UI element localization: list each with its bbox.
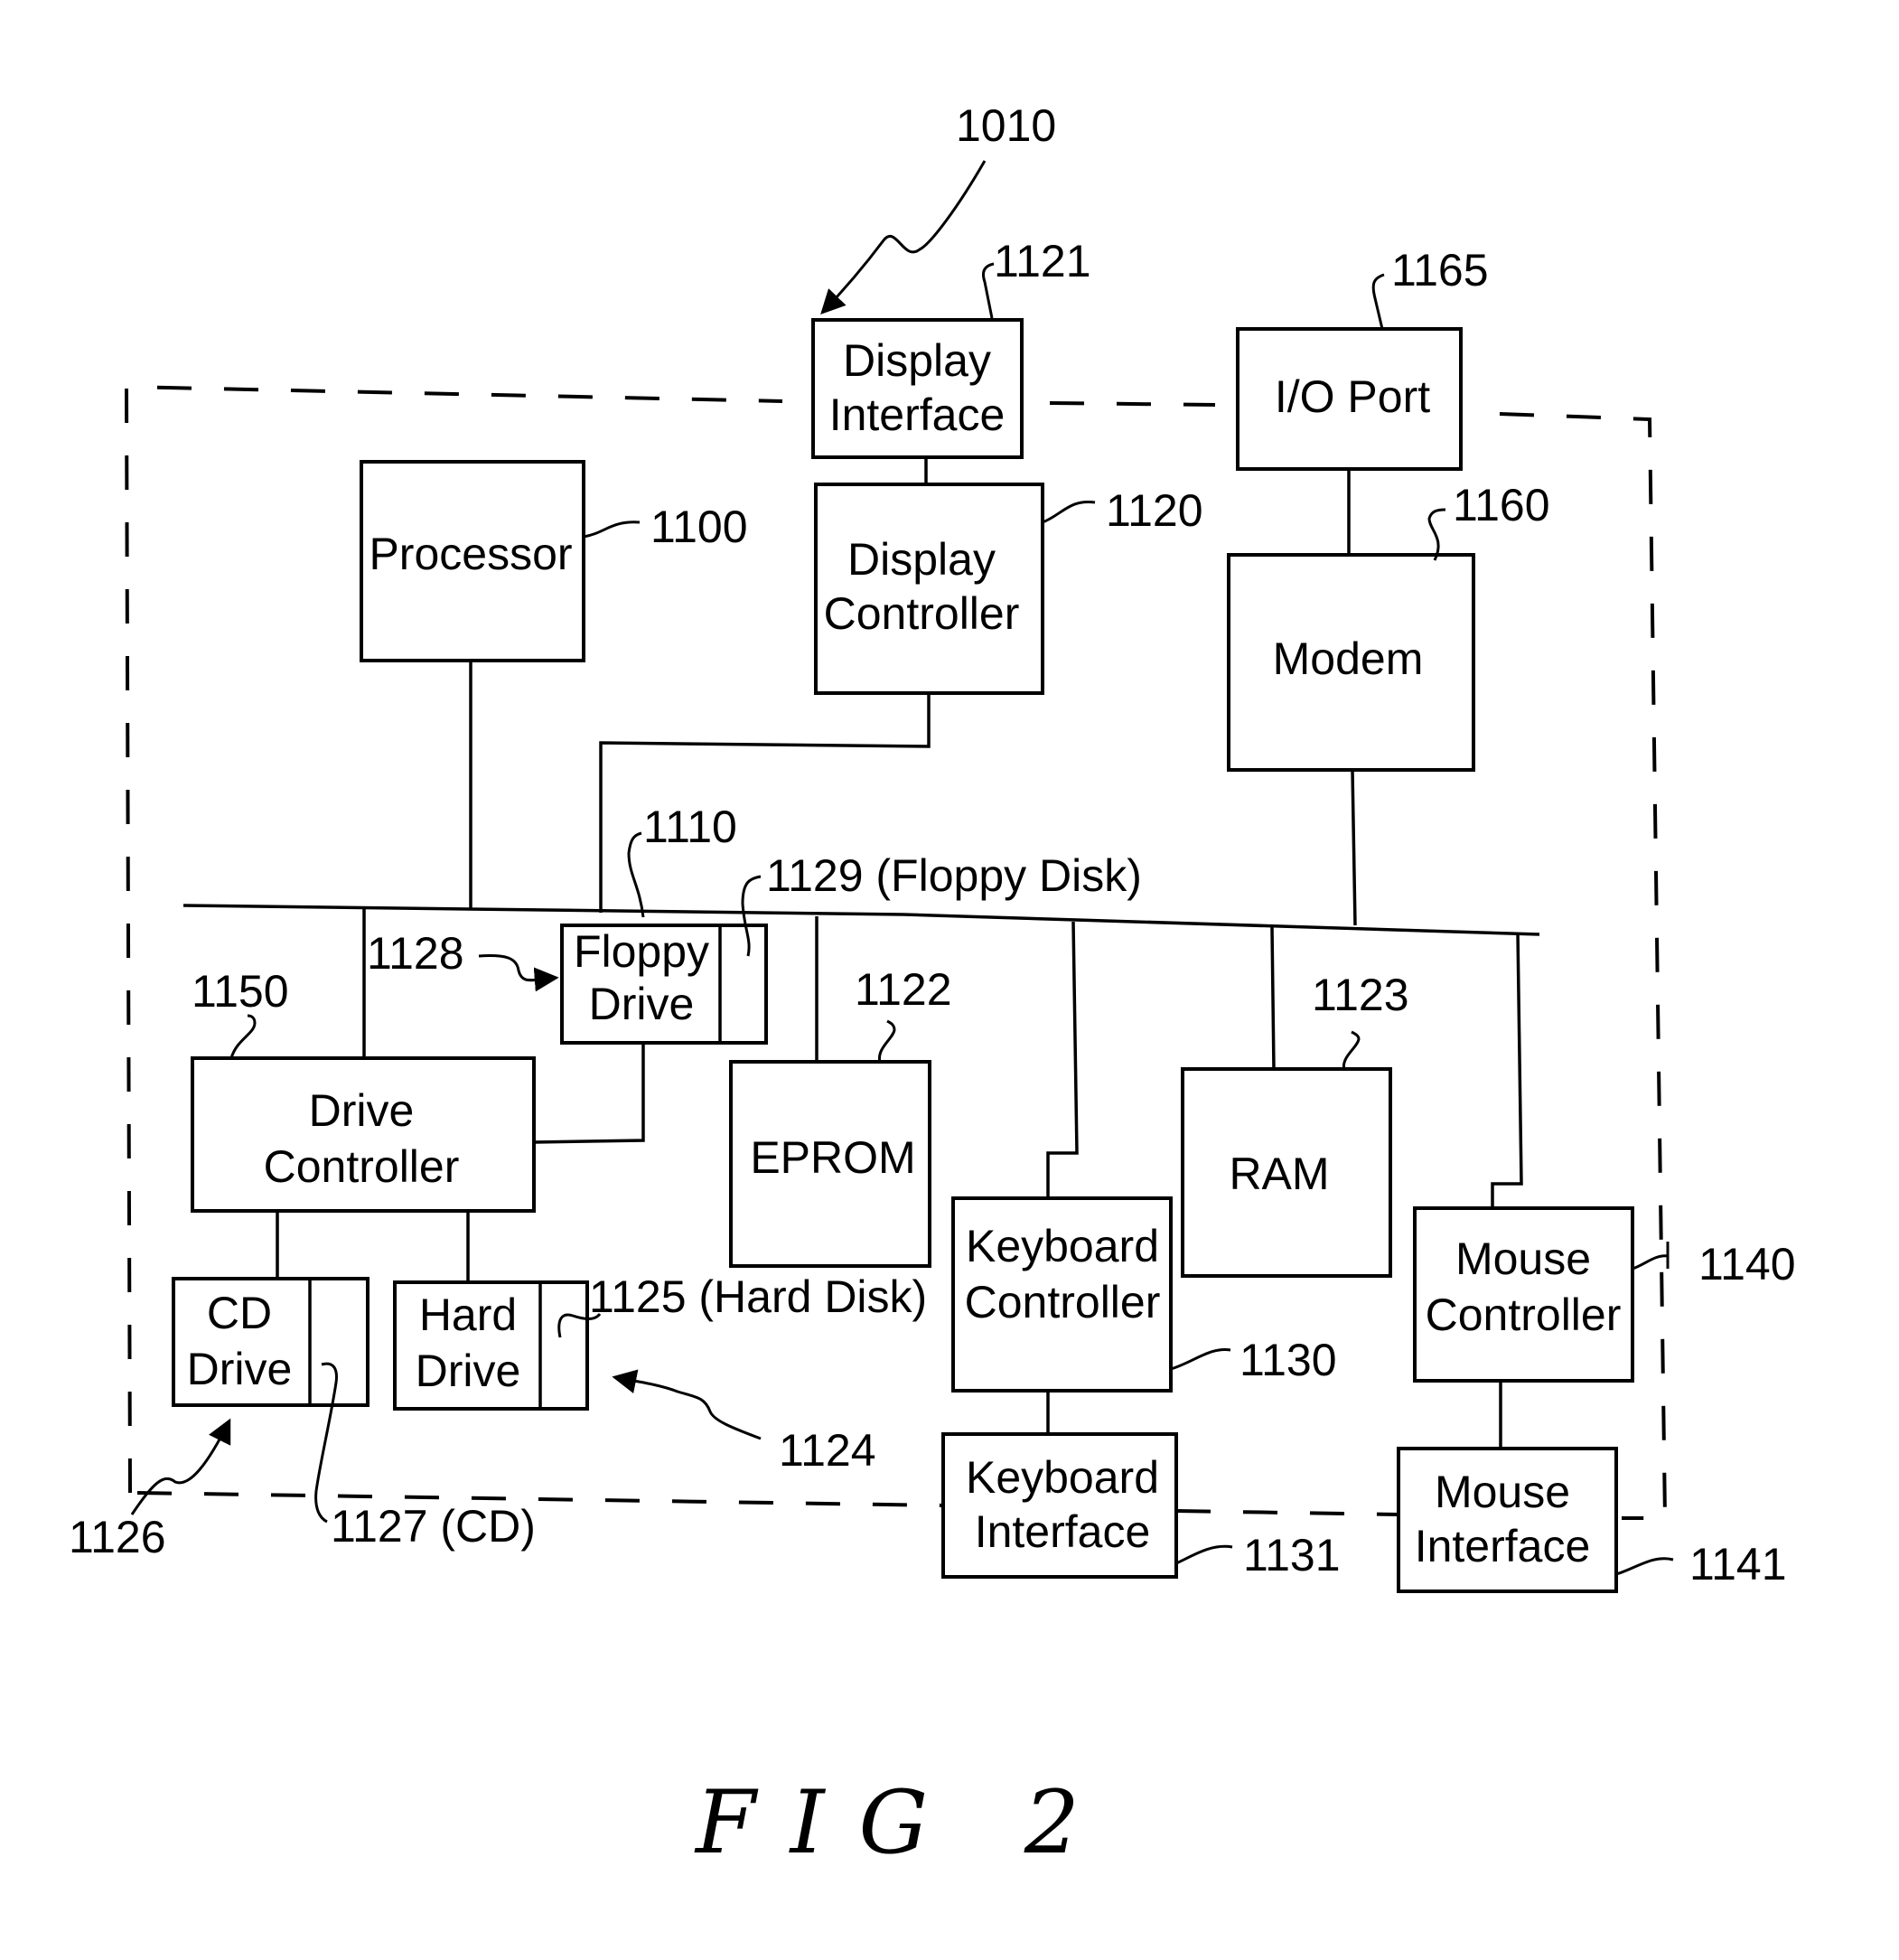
keyboard-controller-label-1: Keyboard	[966, 1221, 1159, 1271]
ref-1120: 1120	[1106, 485, 1203, 536]
display-interface-label-2: Interface	[829, 389, 1006, 440]
cd-drive-label-2: Drive	[187, 1344, 293, 1394]
display-controller-block: Display Controller	[814, 483, 1044, 695]
cd-drive-label-1: CD	[207, 1288, 272, 1338]
mouse-interface-label-1: Mouse	[1435, 1467, 1570, 1517]
modem-label: Modem	[1273, 633, 1424, 684]
ref-1128: 1128	[367, 928, 464, 979]
processor-label: Processor	[369, 529, 572, 579]
ref-1100: 1100	[650, 502, 748, 552]
mouse-controller-block: Mouse Controller	[1413, 1206, 1634, 1383]
ram-block: RAM	[1181, 1067, 1392, 1278]
wire-bus-ram	[1270, 926, 1276, 1071]
ref-1129: 1129 (Floppy Disk)	[766, 850, 1142, 901]
floppy-drive-block: Floppy Drive	[560, 924, 768, 1045]
ram-label: RAM	[1229, 1149, 1329, 1199]
display-interface-label-1: Display	[843, 335, 991, 386]
keyboard-controller-label-2: Controller	[965, 1277, 1161, 1327]
processor-block: Processor	[360, 460, 585, 662]
ref-1124: 1124	[779, 1425, 876, 1476]
display-controller-label-1: Display	[847, 534, 996, 585]
keyboard-interface-block: Keyboard Interface	[941, 1432, 1178, 1579]
ref-1122: 1122	[855, 964, 952, 1015]
hard-drive-block: Hard Drive	[393, 1280, 589, 1411]
eprom-label: EPROM	[750, 1132, 915, 1183]
mouse-controller-label-1: Mouse	[1455, 1233, 1591, 1284]
keyboard-interface-label-1: Keyboard	[966, 1452, 1159, 1503]
mouse-controller-label-2: Controller	[1426, 1289, 1622, 1340]
eprom-block: EPROM	[729, 1060, 931, 1268]
hard-drive-label-2: Drive	[416, 1346, 521, 1396]
block-diagram: Display Interface I/O Port Processor Dis…	[69, 100, 1796, 1873]
ref-1131: 1131	[1243, 1530, 1341, 1580]
wire-floppy-drive-controller	[533, 1043, 645, 1144]
wire-modem-bus	[1351, 769, 1357, 926]
display-controller-label-2: Controller	[824, 588, 1020, 639]
mouse-interface-label-2: Interface	[1415, 1521, 1591, 1571]
mouse-interface-block: Mouse Interface	[1397, 1447, 1618, 1593]
ref-1141: 1141	[1689, 1539, 1787, 1590]
drive-controller-label-1: Drive	[309, 1085, 415, 1136]
ref-1010: 1010	[956, 100, 1056, 151]
keyboard-interface-label-2: Interface	[975, 1506, 1151, 1557]
ref-1130: 1130	[1239, 1335, 1337, 1385]
floppy-drive-label-1: Floppy	[574, 926, 709, 977]
drive-controller-label-2: Controller	[264, 1141, 460, 1192]
hard-drive-label-1: Hard	[419, 1289, 517, 1340]
ref-1110: 1110	[643, 802, 737, 852]
ref-1127: 1127 (CD)	[331, 1501, 536, 1552]
floppy-drive-label-2: Drive	[589, 979, 695, 1029]
figure-caption: FIG 2	[694, 1772, 1114, 1873]
wire-bus-mouse-controller	[1491, 932, 1523, 1209]
ref-1150: 1150	[192, 966, 289, 1017]
io-port-block: I/O Port	[1236, 327, 1463, 471]
wire-bus-keyboard-controller	[1046, 921, 1079, 1198]
ref-1165: 1165	[1391, 245, 1489, 295]
ref-1123: 1123	[1312, 970, 1409, 1020]
ref-1140: 1140	[1698, 1239, 1796, 1289]
ref-1160: 1160	[1453, 480, 1550, 530]
drive-controller-block: Drive Controller	[191, 1056, 536, 1213]
ref-1121: 1121	[994, 236, 1091, 286]
display-interface-block: Display Interface	[811, 318, 1024, 459]
ref-1126: 1126	[69, 1512, 166, 1562]
cd-drive-block: CD Drive	[172, 1277, 370, 1407]
io-port-label: I/O Port	[1275, 371, 1430, 422]
ref-1125: 1125 (Hard Disk)	[589, 1271, 927, 1322]
keyboard-controller-block: Keyboard Controller	[951, 1196, 1173, 1393]
modem-block: Modem	[1227, 553, 1475, 772]
